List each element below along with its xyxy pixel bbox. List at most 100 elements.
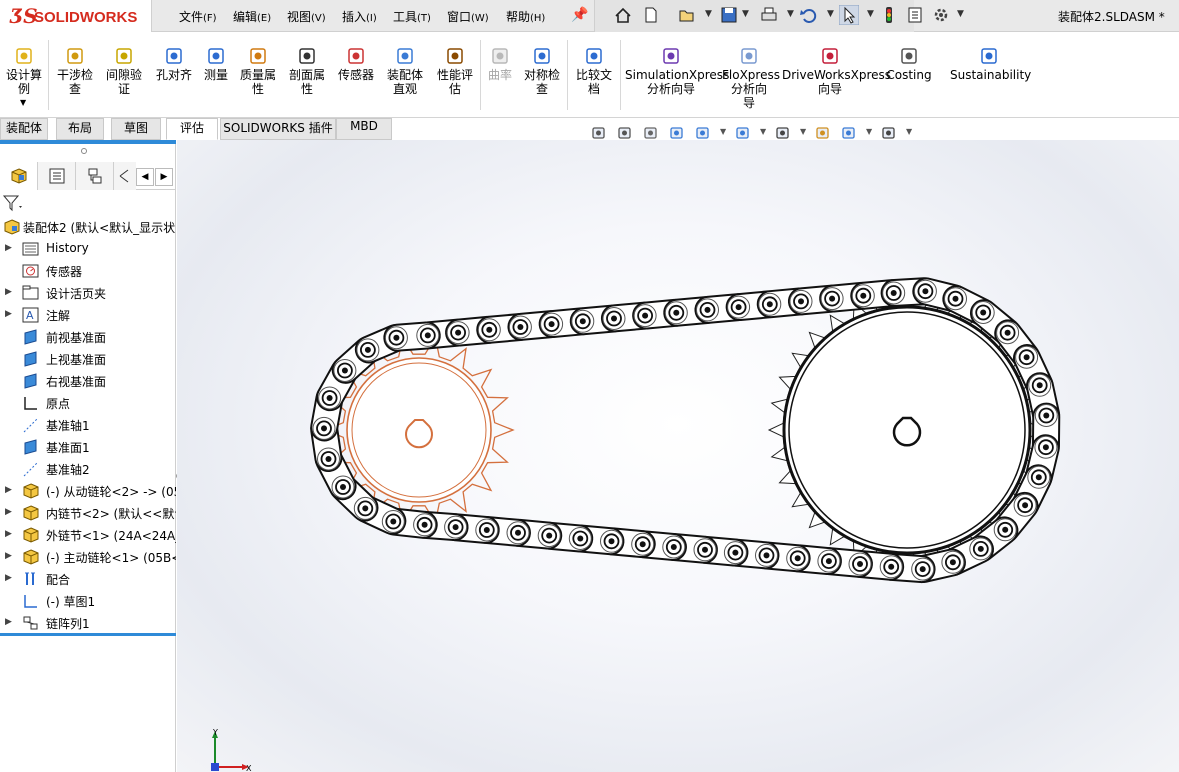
tree-item[interactable]: ▶ History — [0, 238, 176, 260]
tree-item[interactable]: 上视基准面 — [0, 348, 176, 370]
edit-appearance-icon[interactable] — [814, 124, 832, 142]
rebuild-icon[interactable] — [879, 5, 899, 25]
tree-item[interactable]: ▶ 外链节<1> (24A<24A_ — [0, 524, 176, 546]
tree-item[interactable]: ▶ 链阵列1 — [0, 612, 176, 634]
simxpress-button[interactable]: SimulationXpress 分析向导 — [625, 32, 729, 118]
menu-e[interactable]: 编辑(E) — [233, 8, 271, 25]
expand-arrow-icon[interactable]: ▶ — [5, 309, 12, 319]
interference-button[interactable]: 干涉检查 — [53, 32, 97, 118]
tree-item[interactable]: (-) 草图1 — [0, 590, 176, 612]
open-dropdown-icon[interactable]: ▼ — [705, 9, 712, 19]
zoom-to-fit-icon[interactable] — [590, 124, 608, 142]
menu-v[interactable]: 视图(V) — [287, 8, 326, 25]
view-orientation-dropdown-icon[interactable]: ▼ — [720, 127, 726, 136]
panel-collapse-handle[interactable] — [81, 148, 87, 154]
tree-item[interactable]: ▶ (-) 主动链轮<1> (05B< — [0, 546, 176, 568]
tab-feature-manager[interactable] — [0, 162, 38, 190]
tree-item[interactable]: ▶ A 注解 — [0, 304, 176, 326]
select-dropdown-icon[interactable]: ▼ — [867, 9, 874, 19]
view-orientation-icon[interactable] — [694, 124, 712, 142]
expand-arrow-icon[interactable]: ▶ — [5, 529, 12, 539]
driveworks-button[interactable]: DriveWorksXpress 向导 — [782, 32, 891, 118]
expand-arrow-icon[interactable]: ▶ — [5, 485, 12, 495]
tab-sketch[interactable]: 草图 — [111, 118, 161, 140]
tab-layout[interactable]: 布局 — [56, 118, 104, 140]
mass-props-button[interactable]: 质量属性 — [236, 32, 280, 118]
tree-item[interactable]: ▶ 配合 — [0, 568, 176, 590]
tabs-scroll-left-button[interactable]: ◀ — [136, 168, 154, 186]
tab-mbd[interactable]: MBD — [336, 118, 392, 140]
tab-evaluate[interactable]: 评估 — [166, 118, 218, 140]
compare-button[interactable]: 比较文档 — [572, 32, 616, 118]
save-icon[interactable] — [719, 5, 739, 25]
tabs-scroll-right-button[interactable]: ▶ — [155, 168, 173, 186]
costing-button[interactable]: Costing — [884, 32, 934, 118]
curvature-button[interactable]: 曲率 — [483, 32, 517, 118]
undo-icon[interactable] — [798, 5, 818, 25]
sensor-button[interactable]: 传感器 — [334, 32, 378, 118]
section-view-icon[interactable] — [668, 124, 686, 142]
options-dropdown-icon[interactable]: ▼ — [957, 9, 964, 19]
menu-i[interactable]: 插入(I) — [342, 8, 377, 25]
print-dropdown-icon[interactable]: ▼ — [787, 9, 794, 19]
menu-t[interactable]: 工具(T) — [393, 8, 431, 25]
open-icon[interactable] — [677, 5, 697, 25]
menu-f[interactable]: 文件(F) — [179, 8, 217, 25]
graphics-area[interactable] — [177, 140, 1179, 772]
print-icon[interactable] — [759, 5, 779, 25]
tree-item[interactable]: 右视基准面 — [0, 370, 176, 392]
options-icon[interactable] — [931, 5, 951, 25]
tab-property-manager[interactable] — [38, 162, 76, 190]
menu-h[interactable]: 帮助(H) — [506, 8, 545, 25]
hole-align-button[interactable]: 孔对齐 — [152, 32, 196, 118]
solidworks-logo[interactable]: ƷS SOLIDWORKS — [0, 0, 152, 32]
expand-arrow-icon[interactable]: ▶ — [5, 287, 12, 297]
menu-w[interactable]: 窗口(W) — [447, 8, 489, 25]
tree-filter[interactable] — [2, 194, 170, 214]
tree-root-assembly[interactable]: 装配体2 (默认<默认_显示状 — [0, 216, 176, 238]
tree-item[interactable]: ▶ 设计活页夹 — [0, 282, 176, 304]
tree-item[interactable]: 前视基准面 — [0, 326, 176, 348]
hide-show-dropdown-icon[interactable]: ▼ — [800, 127, 806, 136]
home-icon[interactable] — [613, 5, 633, 25]
apply-scene-dropdown-icon[interactable]: ▼ — [866, 127, 872, 136]
tree-item[interactable]: 传感器 — [0, 260, 176, 282]
tab-dim-xpert[interactable] — [114, 162, 136, 190]
view-settings-icon[interactable] — [880, 124, 898, 142]
tab-configuration-manager[interactable] — [76, 162, 114, 190]
assembly-visual-button[interactable]: 装配体 直观 — [383, 32, 427, 118]
chain-drive-model[interactable] — [177, 140, 1179, 772]
section-props-button[interactable]: 剖面属性 — [285, 32, 329, 118]
undo-dropdown-icon[interactable]: ▼ — [827, 9, 834, 19]
sustainability-button[interactable]: Sustainability — [950, 32, 1031, 118]
expand-arrow-icon[interactable]: ▶ — [5, 551, 12, 561]
previous-view-icon[interactable] — [642, 124, 660, 142]
hide-show-icon[interactable] — [774, 124, 792, 142]
pin-menu-icon[interactable]: 📌 — [571, 7, 588, 23]
tab-solidworks-addins[interactable]: SOLIDWORKS 插件 — [220, 118, 336, 140]
tree-item[interactable]: ▶ (-) 从动链轮<2> -> (05 — [0, 480, 176, 502]
display-style-icon[interactable] — [734, 124, 752, 142]
clearance-button[interactable]: 间隙验证 — [102, 32, 146, 118]
symmetry-button[interactable]: 对称检查 — [520, 32, 564, 118]
save-dropdown-icon[interactable]: ▼ — [742, 9, 749, 19]
select-icon[interactable] — [838, 4, 860, 26]
file-properties-icon[interactable] — [905, 5, 925, 25]
apply-scene-icon[interactable] — [840, 124, 858, 142]
tree-item[interactable]: 原点 — [0, 392, 176, 414]
performance-button[interactable]: 性能评估 — [433, 32, 477, 118]
tree-item[interactable]: 基准面1 — [0, 436, 176, 458]
display-style-dropdown-icon[interactable]: ▼ — [760, 127, 766, 136]
tab-assembly[interactable]: 装配体 — [0, 118, 48, 140]
floxpress-button[interactable]: FloXpress 分析向导 — [722, 32, 780, 118]
expand-arrow-icon[interactable]: ▶ — [5, 507, 12, 517]
tree-item[interactable]: ▶ 内链节<2> (默认<<默认 — [0, 502, 176, 524]
expand-arrow-icon[interactable]: ▶ — [5, 617, 12, 627]
tree-item[interactable]: 基准轴2 — [0, 458, 176, 480]
view-settings-dropdown-icon[interactable]: ▼ — [906, 127, 912, 136]
measure-button[interactable]: 测量 — [200, 32, 232, 118]
zoom-to-area-icon[interactable] — [616, 124, 634, 142]
expand-arrow-icon[interactable]: ▶ — [5, 243, 12, 253]
design-calculator-button[interactable]: 设计算例 ▼ — [2, 32, 46, 118]
tree-item[interactable]: 基准轴1 — [0, 414, 176, 436]
